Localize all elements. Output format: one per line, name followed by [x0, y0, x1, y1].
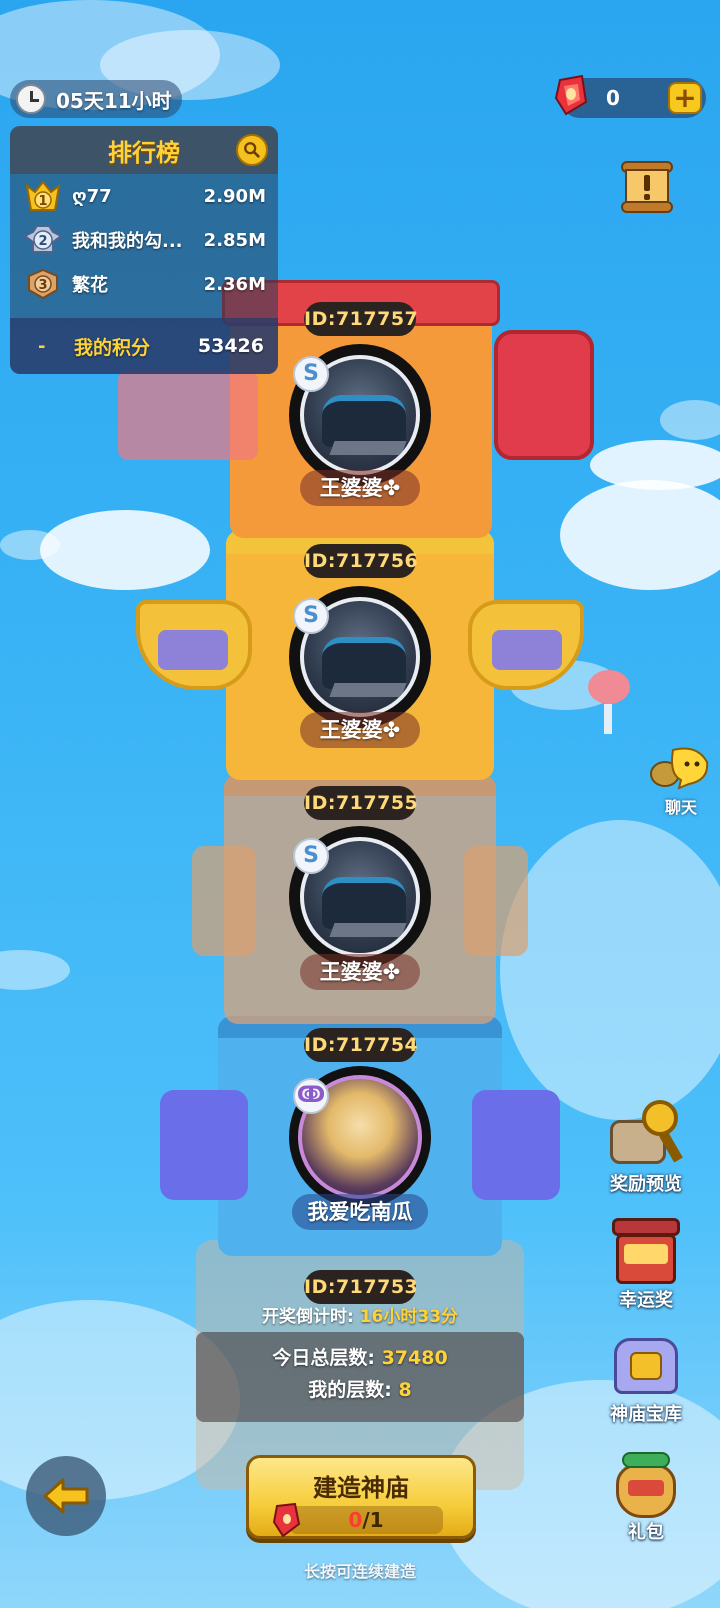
medal-rank: 3	[38, 278, 47, 293]
event-timer: 05天11小时	[10, 80, 182, 118]
temple-vault-button[interactable]: 神庙宝库	[596, 1328, 696, 1426]
player-avatar[interactable]: S	[289, 826, 431, 968]
leaderboard-header: 排行榜	[10, 126, 278, 174]
player-name: 王婆婆✤	[300, 470, 420, 506]
wing-feathers	[492, 630, 562, 670]
currency-counter: 0 +	[554, 74, 706, 118]
countdown-value: 16小时33分	[359, 1307, 459, 1327]
countdown-label: 开奖倒计时:	[261, 1307, 354, 1327]
my-floors-label: 我的层数:	[308, 1379, 392, 1401]
lucky-prize-button[interactable]: 幸运奖	[596, 1214, 696, 1312]
my-score-label: 我的积分	[74, 336, 151, 359]
player-name: 繁花	[72, 275, 108, 296]
temple-vault-icon	[606, 1328, 686, 1408]
cloud	[500, 820, 720, 1120]
rank-emblem-icon: ↂ	[293, 1078, 329, 1114]
gold-medal-icon: 1	[22, 178, 64, 214]
draw-countdown: 开奖倒计时: 16小时33分	[200, 1302, 520, 1327]
chat-icon	[650, 747, 709, 790]
cloud	[660, 400, 720, 440]
plus-icon[interactable]: +	[668, 82, 702, 114]
gem-icon	[272, 1502, 301, 1538]
rank-emblem-icon: S	[293, 356, 329, 392]
build-hint: 长按可连续建造	[303, 1562, 416, 1581]
timer-text: 05天11小时	[56, 88, 172, 113]
leaderboard-panel[interactable]: 排行榜 1 ღ77 2.90M 2 我和我的勾... 2.85M 3 繁花 2.…	[10, 126, 278, 374]
player-score: 2.90M	[203, 185, 266, 207]
my-score-row: - 我的积分 53426	[10, 318, 278, 374]
cloud	[40, 510, 210, 590]
cloud	[0, 950, 70, 990]
cloud	[0, 530, 60, 560]
my-score-value: 53426	[197, 335, 264, 357]
rank-emblem-icon: S	[293, 838, 329, 874]
currency-amount: 0	[606, 86, 620, 110]
search-icon[interactable]	[236, 134, 268, 166]
rank-emblem-icon: S	[293, 598, 329, 634]
totem-id-label: ID:717754	[304, 1028, 418, 1062]
my-floors-value: 8	[398, 1379, 412, 1401]
total-floors-line: 今日总层数: 37480	[196, 1342, 524, 1374]
silver-medal-icon: 2	[22, 222, 64, 258]
slot-machine-icon	[606, 1214, 686, 1294]
totem-wing-left	[160, 1090, 248, 1200]
player-avatar[interactable]: S	[289, 344, 431, 486]
leaderboard-title: 排行榜	[108, 138, 180, 167]
bronze-medal-icon: 3	[22, 266, 64, 302]
medal-rank: 1	[38, 194, 47, 209]
chat-label: 聊天	[664, 798, 697, 817]
player-name: 王婆婆✤	[300, 954, 420, 990]
reward-preview-button[interactable]: 奖励预览	[596, 1098, 696, 1196]
player-name: 我爱吃南瓜	[292, 1194, 428, 1230]
totem-id-label: ID:717757	[304, 302, 418, 336]
build-temple-button[interactable]: 建造神庙 0/1	[246, 1455, 476, 1539]
scroll-icon[interactable]	[618, 158, 676, 216]
balloon-decoration	[604, 704, 612, 734]
totem-id-label: ID:717753	[304, 1270, 418, 1304]
player-score: 2.36M	[203, 273, 266, 295]
total-floors-label: 今日总层数:	[272, 1347, 375, 1369]
total-floors-value: 37480	[381, 1347, 448, 1369]
totem-wing-right	[472, 1090, 560, 1200]
totem-wing-right	[494, 330, 594, 460]
totem-id-label: ID:717756	[304, 544, 418, 578]
cloud	[560, 480, 720, 590]
treasure-magnifier-icon	[606, 1098, 686, 1178]
my-floors-line: 我的层数: 8	[196, 1374, 524, 1406]
build-cost-need: /1	[362, 1508, 384, 1532]
back-arrow-icon	[43, 1478, 89, 1514]
player-avatar[interactable]: ↂ	[289, 1066, 431, 1208]
clock-icon	[16, 84, 46, 114]
build-label: 建造神庙	[313, 1474, 409, 1502]
totem-wing-right	[464, 846, 528, 956]
chat-button[interactable]: 聊天	[646, 744, 716, 818]
player-name: ღ77	[72, 185, 112, 207]
totem-wing-left	[192, 846, 256, 956]
leaderboard-row[interactable]: 1 ღ77 2.90M	[10, 174, 278, 218]
player-name: 王婆婆✤	[300, 712, 420, 748]
medal-rank: 2	[38, 234, 47, 249]
leaderboard-row[interactable]: 3 繁花 2.36M	[10, 262, 278, 306]
build-cost: 0/1	[289, 1506, 443, 1534]
balloon-decoration	[588, 670, 630, 704]
totem-id-label: ID:717755	[304, 786, 418, 820]
back-button[interactable]	[26, 1456, 106, 1536]
leaderboard-row[interactable]: 2 我和我的勾... 2.85M	[10, 218, 278, 262]
player-score: 2.85M	[203, 229, 266, 251]
player-avatar[interactable]: S	[289, 586, 431, 728]
gift-pack-button[interactable]: 礼包	[596, 1446, 696, 1544]
player-name: 我和我的勾...	[72, 231, 183, 252]
totem-wing-left	[118, 370, 258, 460]
gift-bag-icon	[606, 1446, 686, 1526]
floor-stats: 今日总层数: 37480 我的层数: 8	[196, 1332, 524, 1422]
my-rank: -	[38, 335, 46, 357]
build-cost-have: 0	[348, 1508, 363, 1532]
wing-feathers	[158, 630, 228, 670]
